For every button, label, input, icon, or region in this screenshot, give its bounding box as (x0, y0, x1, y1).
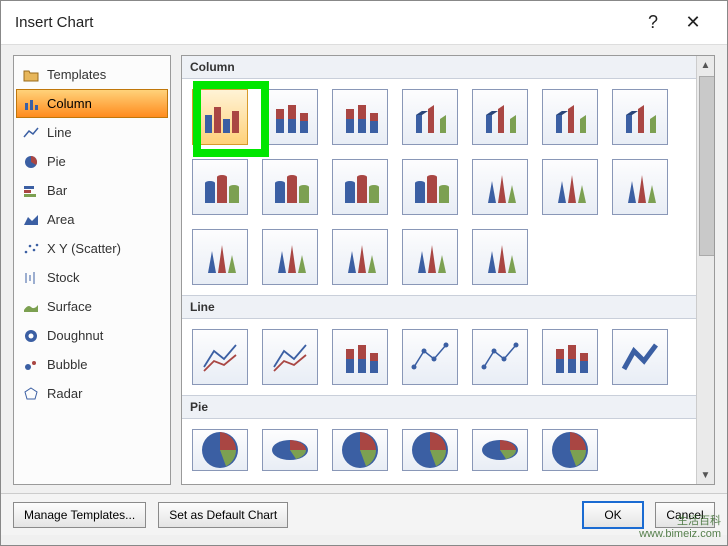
scroll-up-arrow[interactable]: ▲ (697, 56, 714, 74)
line-thumb-100pct-stacked-line[interactable] (332, 329, 388, 385)
chart-subtype-pane: Column Line Pie ▲ ▼ (181, 55, 715, 485)
sidebar-item-label: Stock (47, 270, 80, 285)
column-icon (23, 96, 39, 112)
column-thumb-clustered-cone[interactable] (472, 159, 528, 215)
sidebar-item-doughnut[interactable]: Doughnut (16, 321, 168, 350)
column-thumb-3d-column[interactable] (612, 89, 668, 145)
sidebar-item-stock[interactable]: Stock (16, 263, 168, 292)
column-thumb-100pct-stacked-pyramid[interactable] (402, 229, 458, 285)
section-header-line: Line (182, 295, 696, 319)
column-thumb-clustered-pyramid[interactable] (262, 229, 318, 285)
line-thumb-stacked-line-markers[interactable] (472, 329, 528, 385)
pie-thumb-pie-of-pie[interactable] (332, 429, 388, 471)
column-thumb-stacked-pyramid[interactable] (332, 229, 388, 285)
ok-button[interactable]: OK (583, 502, 643, 528)
sidebar-item-label: Column (47, 96, 92, 111)
column-thumb-100pct-stacked-cone[interactable] (612, 159, 668, 215)
column-thumb-100pct-stacked-cylinder[interactable] (332, 159, 388, 215)
column-thumb-3d-clustered-column[interactable] (402, 89, 458, 145)
set-default-label: Set as Default Chart (169, 508, 277, 522)
line-thumb-3d-line[interactable] (612, 329, 668, 385)
bubble-icon (23, 357, 39, 373)
surface-icon (23, 299, 39, 315)
sidebar-item-area[interactable]: Area (16, 205, 168, 234)
folder-icon (23, 67, 39, 83)
radar-icon (23, 386, 39, 402)
close-button[interactable]: ✕ (673, 12, 713, 33)
doughnut-icon (23, 328, 39, 344)
sidebar-item-label: Line (47, 125, 72, 140)
watermark-line1: 生活百科 (639, 515, 721, 528)
pie-thumb-exploded-3d-pie[interactable] (472, 429, 528, 471)
set-default-chart-button[interactable]: Set as Default Chart (158, 502, 288, 528)
bar-icon (23, 183, 39, 199)
manage-templates-button[interactable]: Manage Templates... (13, 502, 146, 528)
watermark: 生活百科 www.bimeiz.com (639, 515, 721, 541)
sidebar-item-label: X Y (Scatter) (47, 241, 121, 256)
column-thumb-clustered-column[interactable] (192, 89, 248, 145)
chart-type-sidebar: Templates Column Line Pie Bar Area X Y (Scatte… (13, 55, 171, 485)
column-thumb-3d-cone[interactable] (192, 229, 248, 285)
line-icon (23, 125, 39, 141)
scrollbar-thumb[interactable] (699, 76, 715, 256)
scrollbar[interactable]: ▲ ▼ (696, 56, 714, 484)
manage-templates-label: Manage Templates... (24, 508, 135, 522)
scroll-down-arrow[interactable]: ▼ (697, 466, 714, 484)
dialog-title: Insert Chart (15, 14, 633, 31)
stock-icon (23, 270, 39, 286)
ok-label: OK (604, 508, 621, 522)
sidebar-item-radar[interactable]: Radar (16, 379, 168, 408)
section-header-column: Column (182, 56, 696, 79)
line-thumb-stacked-line[interactable] (262, 329, 318, 385)
sidebar-item-x-y-scatter-[interactable]: X Y (Scatter) (16, 234, 168, 263)
pie-thumb-pie[interactable] (192, 429, 248, 471)
sidebar-item-label: Templates (47, 67, 106, 82)
help-button[interactable]: ? (633, 12, 673, 33)
column-thumb-stacked-column[interactable] (262, 89, 318, 145)
sidebar-item-bubble[interactable]: Bubble (16, 350, 168, 379)
column-thumb-stacked-cylinder[interactable] (262, 159, 318, 215)
column-thumb-3d-pyramid[interactable] (472, 229, 528, 285)
column-thumb-stacked-cone[interactable] (542, 159, 598, 215)
section-header-pie: Pie (182, 395, 696, 419)
line-thumb-100pct-stacked-line-markers[interactable] (542, 329, 598, 385)
scatter-icon (23, 241, 39, 257)
sidebar-item-label: Area (47, 212, 74, 227)
sidebar-item-label: Surface (47, 299, 92, 314)
column-thumb-3d-stacked-column[interactable] (472, 89, 528, 145)
sidebar-item-pie[interactable]: Pie (16, 147, 168, 176)
sidebar-item-label: Bubble (47, 357, 87, 372)
sidebar-item-label: Doughnut (47, 328, 103, 343)
sidebar-item-label: Pie (47, 154, 66, 169)
line-thumb-line[interactable] (192, 329, 248, 385)
sidebar-item-column[interactable]: Column (16, 89, 168, 118)
sidebar-item-templates[interactable]: Templates (16, 60, 168, 89)
sidebar-item-surface[interactable]: Surface (16, 292, 168, 321)
column-thumb-3d-100pct-stacked-column[interactable] (542, 89, 598, 145)
sidebar-item-label: Bar (47, 183, 67, 198)
column-thumb-clustered-cylinder[interactable] (192, 159, 248, 215)
column-thumb-100pct-stacked-column[interactable] (332, 89, 388, 145)
area-icon (23, 212, 39, 228)
watermark-line2: www.bimeiz.com (639, 528, 721, 541)
sidebar-item-label: Radar (47, 386, 82, 401)
sidebar-item-bar[interactable]: Bar (16, 176, 168, 205)
pie-thumb-exploded-pie[interactable] (402, 429, 458, 471)
pie-icon (23, 154, 39, 170)
line-thumb-line-markers[interactable] (402, 329, 458, 385)
sidebar-item-line[interactable]: Line (16, 118, 168, 147)
pie-thumb-3d-pie[interactable] (262, 429, 318, 471)
column-thumb-3d-cylinder[interactable] (402, 159, 458, 215)
pie-thumb-bar-of-pie[interactable] (542, 429, 598, 471)
